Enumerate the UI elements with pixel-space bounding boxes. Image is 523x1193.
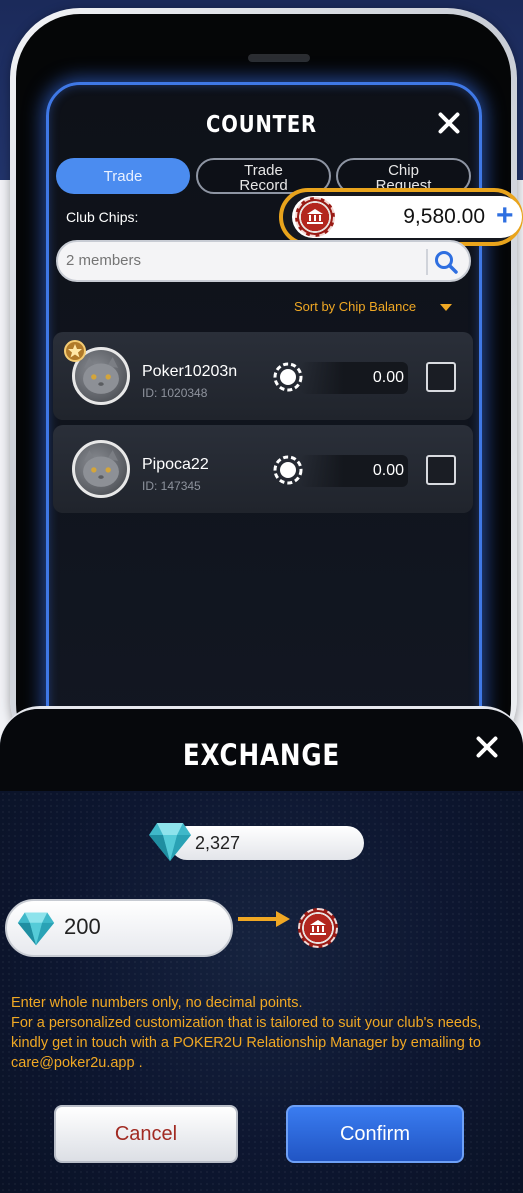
counter-title: COUNTER bbox=[206, 112, 317, 138]
exchange-title: EXCHANGE bbox=[182, 738, 341, 772]
tab-trade-record-label: Trade Record bbox=[239, 162, 288, 194]
sort-dropdown[interactable]: Sort by Chip Balance bbox=[294, 299, 416, 314]
notice-line: Enter whole numbers only, no decimal poi… bbox=[11, 995, 303, 1011]
cancel-button[interactable]: Cancel bbox=[54, 1105, 238, 1163]
member-name: Poker10203n bbox=[142, 363, 238, 380]
phone-speaker bbox=[248, 54, 310, 62]
notice-line: For a personalized customization that is… bbox=[11, 1015, 482, 1071]
exchange-close-icon[interactable] bbox=[472, 732, 502, 762]
diamond-icon bbox=[149, 823, 191, 861]
caret-down-icon[interactable] bbox=[440, 304, 452, 311]
club-bank-chip-icon bbox=[295, 197, 335, 237]
member-name: Pipoca22 bbox=[142, 456, 209, 473]
member-id: ID: 147345 bbox=[142, 479, 201, 493]
counter-close-icon[interactable] bbox=[434, 108, 464, 138]
host-star-badge-icon bbox=[64, 340, 86, 362]
tab-trade-label: Trade bbox=[103, 167, 143, 185]
member-chip-amount: 0.00 bbox=[372, 462, 404, 479]
add-chips-plus-icon[interactable]: + bbox=[496, 201, 520, 231]
member-select-checkbox[interactable] bbox=[426, 455, 456, 485]
diamond-icon bbox=[17, 912, 55, 946]
club-bank-chip-icon bbox=[298, 908, 338, 948]
diamond-amount-input[interactable] bbox=[64, 914, 214, 940]
member-chip-amount: 0.00 bbox=[372, 369, 404, 386]
poker-chip-icon bbox=[273, 362, 303, 392]
diamond-balance-value: 2,327 bbox=[195, 833, 241, 853]
poker-chip-icon bbox=[273, 455, 303, 485]
arrow-right-icon bbox=[238, 911, 290, 927]
member-id: ID: 1020348 bbox=[142, 386, 208, 400]
search-icon[interactable] bbox=[433, 249, 459, 275]
member-search-input[interactable] bbox=[66, 252, 406, 269]
search-divider bbox=[426, 249, 428, 275]
tab-trade[interactable]: Trade bbox=[56, 158, 190, 194]
cat-avatar-icon bbox=[83, 450, 119, 487]
club-chips-label: Club Chips: bbox=[66, 209, 139, 225]
club-chips-value: 9,580.00 bbox=[403, 205, 485, 228]
avatar bbox=[72, 440, 130, 498]
member-select-checkbox[interactable] bbox=[426, 362, 456, 392]
confirm-button[interactable]: Confirm bbox=[286, 1105, 464, 1163]
exchange-notice: Enter whole numbers only, no decimal poi… bbox=[11, 993, 521, 1073]
